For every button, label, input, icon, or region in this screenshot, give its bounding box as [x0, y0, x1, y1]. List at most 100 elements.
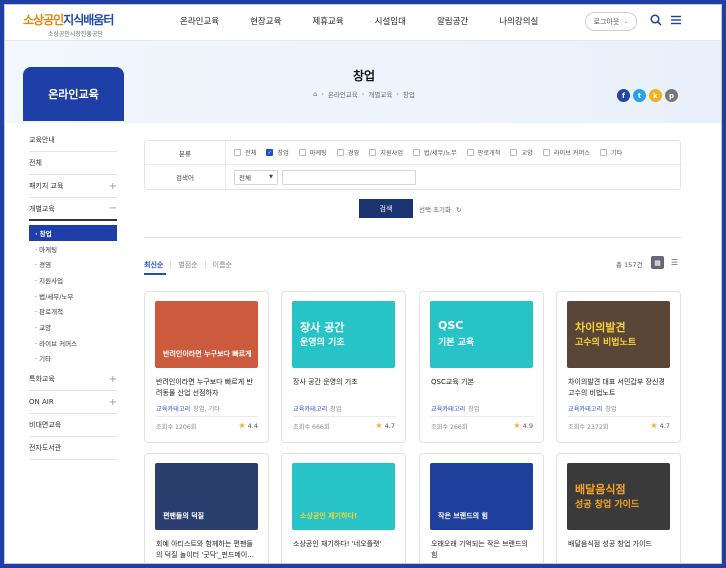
sidebar-item-after-0[interactable]: 특화교육 +: [29, 368, 117, 392]
course-thumbnail[interactable]: 편팬들의 덕질: [155, 463, 258, 530]
kakaostory-icon[interactable]: k: [649, 89, 662, 102]
sidebar-subitem-8[interactable]: · 기타: [29, 351, 117, 367]
sidebar-subitem-6[interactable]: · 교양: [29, 319, 117, 335]
reset-filter-button[interactable]: 선택 초기화 ↻: [419, 204, 462, 214]
course-card[interactable]: 작은 브랜드의 힘오래오래 기억되는 작은 브랜드의 힘: [419, 453, 544, 563]
course-card[interactable]: 반려인이라면 누구보다 빠르게반려인이라면 누구보다 빠르게 반려동물 산업 선…: [144, 291, 269, 443]
course-card[interactable]: 배달음식점 성공 창업 가이드배달음식점 성공 창업 가이드: [556, 453, 681, 563]
course-rating: ★ 4.7: [650, 421, 670, 430]
expand-icon[interactable]: +: [109, 397, 117, 408]
grid-view-icon[interactable]: ▦: [651, 256, 664, 269]
course-thumbnail[interactable]: 차이의발견 고수의 비법노트: [567, 301, 670, 368]
facebook-icon[interactable]: f: [617, 89, 630, 102]
sidebar-item-after-1[interactable]: ON AIR +: [29, 391, 117, 415]
breadcrumb-item-0[interactable]: 온라인교육: [328, 89, 358, 99]
star-icon: ★: [238, 421, 246, 430]
category-checkbox-3[interactable]: 경영: [336, 148, 359, 157]
course-title[interactable]: 반려인이라면 누구보다 빠르게 반려동물 산업 선점하자: [156, 377, 259, 399]
category-tags: 창업: [330, 406, 342, 413]
category-checkbox-0[interactable]: 전체: [234, 148, 256, 157]
nav-item-1[interactable]: 현장교육: [250, 15, 281, 27]
checkbox-icon: [466, 149, 474, 156]
course-title[interactable]: 차이의발견 대표 서민갑부 장신경 고수의 비법노트: [568, 377, 671, 399]
search-button[interactable]: 검색: [359, 199, 413, 218]
course-card[interactable]: QSC 기본 교육 QSC교육 기본 교육카테고리 창업 조회수 266회 ★ 4.9: [419, 291, 544, 443]
category-checkbox-6[interactable]: 판로개척: [466, 148, 500, 157]
collapse-icon[interactable]: −: [109, 203, 117, 214]
sidebar-subitem-5[interactable]: · 판로개척: [29, 303, 117, 319]
category-checkbox-9[interactable]: 기타: [599, 148, 622, 157]
nav-item-2[interactable]: 제휴교육: [312, 15, 343, 27]
course-title[interactable]: 소상공인 재기하다! '네오플랫': [293, 539, 396, 550]
sort-active-underline: [144, 273, 166, 275]
nav-item-3[interactable]: 시설임대: [375, 15, 406, 27]
course-card[interactable]: 편팬들의 덕질회예 아티스트와 함께하는 편팬들의 덕질 놀이터 '굿닥'_펀드…: [144, 453, 269, 563]
rating-value: 4.4: [245, 422, 258, 430]
checkbox-icon: [234, 149, 241, 156]
breadcrumb-separator: ›: [321, 90, 324, 98]
category-checkbox-7[interactable]: 교양: [510, 148, 533, 157]
course-rating: ★ 4.9: [513, 421, 533, 430]
nav-item-4[interactable]: 알림공간: [437, 15, 468, 27]
category-checkbox-1[interactable]: ✓ 창업: [266, 148, 289, 157]
course-thumbnail[interactable]: 소상공인 재기하다!: [292, 463, 395, 530]
nav-item-0[interactable]: 온라인교육: [180, 15, 219, 27]
sidebar-item-3[interactable]: 개별교육 −: [29, 198, 117, 221]
expand-icon[interactable]: +: [109, 181, 117, 192]
menu-icon[interactable]: [670, 14, 682, 26]
course-title[interactable]: 장사 공간 운영의 기초: [293, 377, 396, 388]
sort-options: 최신순 별점순 이름순: [144, 260, 232, 270]
course-card[interactable]: 소상공인 재기하다!소상공인 재기하다! '네오플랫'교육카테고리창업, 기타: [281, 453, 406, 563]
sidebar-item-2[interactable]: 패키지 교육 +: [29, 175, 117, 198]
course-card[interactable]: 장사 공간 운영의 기초 장사 공간 운영의 기초 교육카테고리 창업 조회수 666회 ★…: [281, 291, 406, 443]
course-thumbnail[interactable]: QSC 기본 교육: [430, 301, 533, 368]
sidebar-subitem-1[interactable]: · 마케팅: [29, 241, 117, 257]
sidebar-subitem-0[interactable]: · 창업: [29, 225, 117, 241]
course-title[interactable]: 오래오래 기억되는 작은 브랜드의 힘: [431, 539, 534, 561]
home-icon[interactable]: ⌂: [313, 90, 317, 98]
logout-button[interactable]: 로그아웃 ⌄: [585, 12, 637, 31]
sidebar-item-after-3[interactable]: 전자도서관: [29, 437, 117, 461]
sort-option-2[interactable]: 이름순: [213, 260, 232, 270]
sidebar-subitem-4[interactable]: · 법/세무/노무: [29, 288, 117, 304]
course-thumbnail[interactable]: 작은 브랜드의 힘: [430, 463, 533, 530]
sort-option-0[interactable]: 최신순: [144, 260, 163, 270]
course-thumbnail[interactable]: 장사 공간 운영의 기초: [292, 301, 395, 368]
sidebar-subitem-7[interactable]: · 라이브 커머스: [29, 335, 117, 351]
expand-icon[interactable]: +: [109, 374, 117, 385]
twitter-icon[interactable]: t: [633, 89, 646, 102]
category-checkbox-8[interactable]: 라이브 커머스: [542, 148, 590, 157]
view-count: 조회수 266회: [431, 424, 468, 431]
course-card[interactable]: 차이의발견 고수의 비법노트 차이의발견 대표 서민갑부 장신경 고수의 비법노트 교…: [556, 291, 681, 443]
search-scope-select[interactable]: 전체 ▼: [234, 169, 278, 185]
sidebar-item-label: 특화교육: [29, 375, 55, 384]
list-view-icon[interactable]: ☰: [668, 256, 681, 269]
logo-main-text: 소상공인: [23, 13, 64, 27]
main-nav: 온라인교육 현장교육 제휴교육 시설임대 알림공간 나의강의실: [180, 15, 569, 27]
sidebar-menu: 교육안내 전체패키지 교육 + 개별교육 − · 창업 · 마케팅 · 경영 · 지원사업 · 법…: [29, 129, 117, 461]
course-title[interactable]: QSC교육 기본: [431, 377, 534, 388]
nav-item-5[interactable]: 나의강의실: [499, 15, 538, 27]
keyword-input[interactable]: [282, 169, 416, 185]
sidebar-subitem-2[interactable]: · 경영: [29, 256, 117, 272]
sidebar-item-0[interactable]: 교육안내: [29, 129, 117, 152]
breadcrumb-item-2[interactable]: 창업: [403, 89, 415, 99]
category-checkbox-4[interactable]: 지원사업: [369, 148, 403, 157]
print-icon[interactable]: p: [665, 89, 678, 102]
checkbox-icon: [413, 149, 421, 156]
page-frame: 소상공인지식배움터 소상공인시장진흥공단 온라인교육 현장교육 제휴교육 시설임대 알림…: [4, 4, 722, 564]
site-logo[interactable]: 소상공인지식배움터 소상공인시장진흥공단: [23, 11, 114, 38]
sidebar-item-1[interactable]: 전체: [29, 152, 117, 175]
search-icon[interactable]: [650, 14, 662, 26]
course-title[interactable]: 회예 아티스트와 함께하는 편팬들의 덕질 놀이터 '굿닥'_펀드메이...: [156, 539, 259, 561]
course-title[interactable]: 배달음식점 성공 창업 가이드: [568, 539, 671, 550]
category-checkbox-5[interactable]: 법/세무/노무: [413, 148, 457, 157]
course-thumbnail[interactable]: 반려인이라면 누구보다 빠르게: [155, 301, 258, 368]
breadcrumb-item-1[interactable]: 개별교육: [368, 89, 392, 99]
sidebar-item-after-2[interactable]: 비대면교육: [29, 414, 117, 438]
sidebar-subitem-3[interactable]: · 지원사업: [29, 272, 117, 288]
category-checkbox-2[interactable]: 마케팅: [298, 148, 327, 157]
course-thumbnail[interactable]: 배달음식점 성공 창업 가이드: [567, 463, 670, 530]
sidebar-item-label: 패키지 교육: [29, 182, 64, 190]
sort-option-1[interactable]: 별점순: [178, 260, 197, 270]
